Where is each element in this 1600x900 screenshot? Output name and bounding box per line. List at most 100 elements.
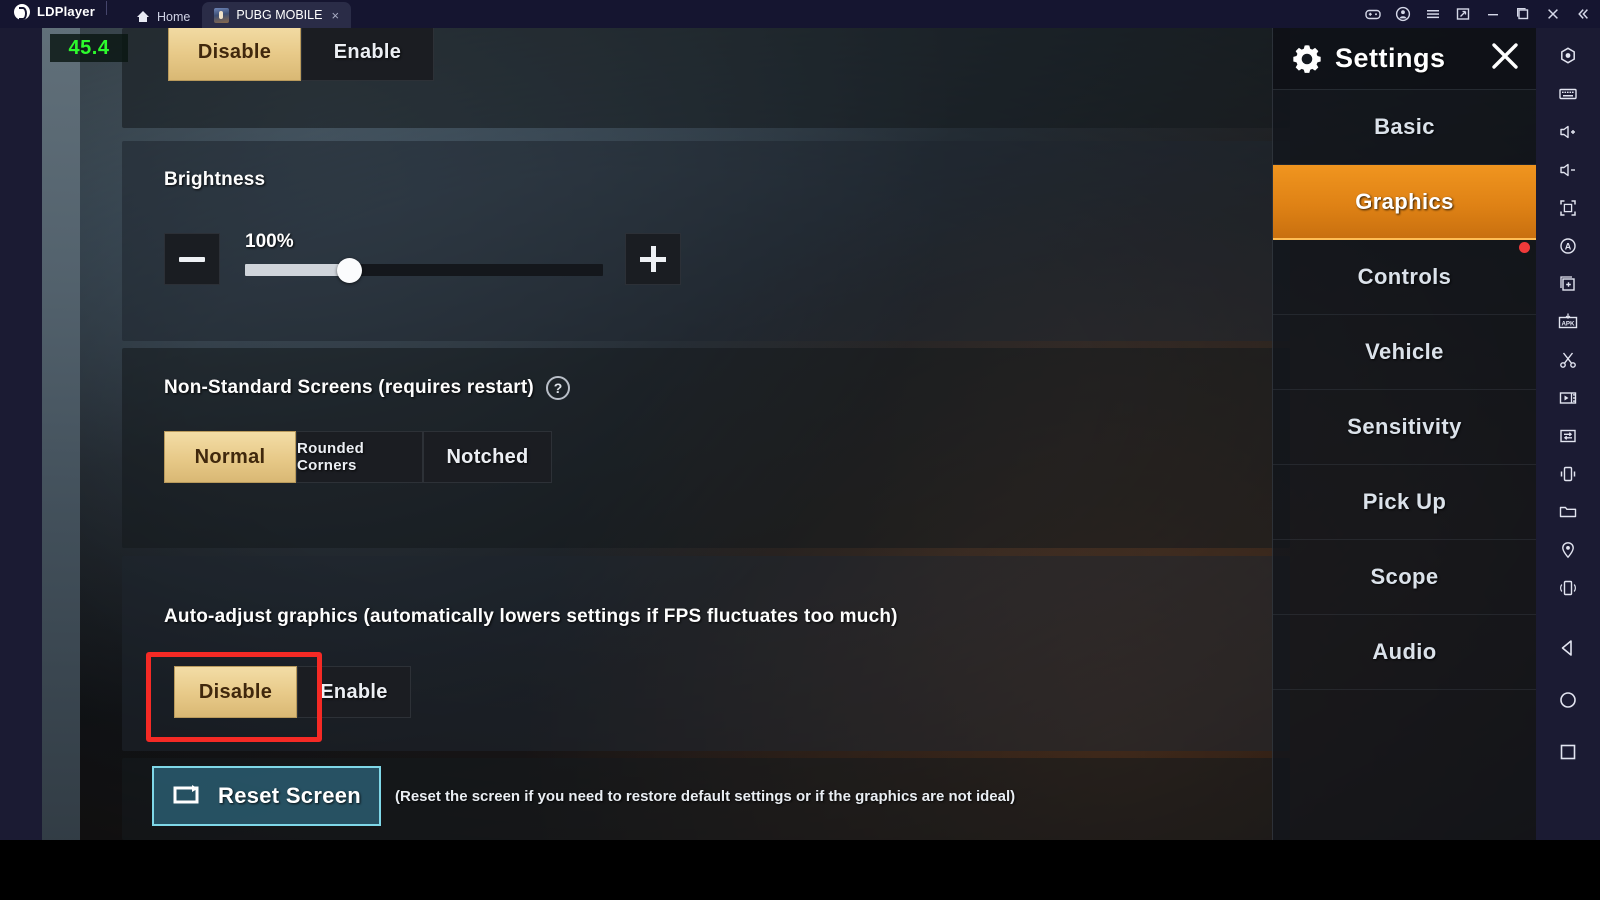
gamepad-icon[interactable]: [1358, 0, 1388, 28]
svg-text:APK: APK: [1561, 320, 1575, 327]
multi-instance-icon[interactable]: [1448, 0, 1478, 28]
option-rounded-corners[interactable]: Rounded Corners: [296, 431, 423, 483]
minus-icon: [179, 256, 205, 262]
top-toggle-disable[interactable]: Disable: [168, 28, 301, 81]
tab-close-icon[interactable]: ×: [331, 9, 339, 22]
auto-rotate-icon[interactable]: A: [1548, 228, 1588, 264]
reset-screen-button[interactable]: Reset Screen: [152, 766, 382, 826]
multi-instance-icon[interactable]: [1548, 266, 1588, 302]
slider-knob[interactable]: [337, 258, 362, 283]
nav-item-controls[interactable]: Controls: [1273, 240, 1536, 315]
nav-item-sensitivity[interactable]: Sensitivity: [1273, 390, 1536, 465]
svg-text:A: A: [1565, 242, 1572, 252]
brand-name: LDPlayer: [37, 4, 95, 19]
collapse-icon[interactable]: [1568, 0, 1598, 28]
nav-item-pick-up[interactable]: Pick Up: [1273, 465, 1536, 540]
close-icon[interactable]: [1488, 39, 1522, 78]
fullscreen-icon[interactable]: [1548, 190, 1588, 226]
divider: [105, 1, 107, 15]
nav-item-vehicle[interactable]: Vehicle: [1273, 315, 1536, 390]
settings-panel-title: Settings: [1335, 43, 1446, 73]
reset-screen-area: Reset Screen (Reset the screen if you ne…: [152, 766, 1015, 826]
video-record-icon[interactable]: [1548, 380, 1588, 416]
bottom-letterbox: [0, 840, 1600, 900]
menu-icon[interactable]: [1418, 0, 1448, 28]
auto-adjust-option-group: Disable Enable: [174, 666, 411, 718]
minimize-icon[interactable]: [1478, 0, 1508, 28]
plus-icon: [640, 246, 666, 272]
ldplayer-logo-icon: [14, 3, 30, 20]
account-icon[interactable]: [1388, 0, 1418, 28]
nav-item-audio[interactable]: Audio: [1273, 615, 1536, 690]
brightness-value: 100%: [245, 231, 294, 252]
nav-item-label: Pick Up: [1362, 489, 1447, 514]
option-normal[interactable]: Normal: [164, 431, 296, 483]
sync-operation-icon[interactable]: [1548, 418, 1588, 454]
row-non-standard-screens: Non-Standard Screens (requires restart) …: [122, 348, 1290, 548]
brightness-increase-button[interactable]: [625, 233, 681, 285]
nav-item-label: Basic: [1374, 114, 1435, 139]
row-reset-screen: Reset Screen (Reset the screen if you ne…: [122, 758, 1290, 840]
nav-item-label: Sensitivity: [1347, 414, 1462, 439]
settings-panel-header: Settings: [1273, 28, 1536, 90]
maximize-icon[interactable]: [1508, 0, 1538, 28]
tab-home[interactable]: Home: [125, 5, 202, 28]
brightness-slider[interactable]: 100%: [245, 231, 603, 285]
non-standard-label: Non-Standard Screens (requires restart): [164, 377, 534, 398]
nav-item-basic[interactable]: Basic: [1273, 90, 1536, 165]
nav-item-scope[interactable]: Scope: [1273, 540, 1536, 615]
row-brightness: Brightness 100%: [122, 141, 1290, 341]
top-toggle-enable[interactable]: Enable: [301, 28, 434, 81]
nav-item-label: Graphics: [1355, 188, 1454, 214]
settings-gear-icon[interactable]: [1548, 38, 1588, 74]
ldplayer-window: LDPlayer Home PUBG MOBILE × 45.4 Disable…: [0, 0, 1600, 900]
nav-item-label: Audio: [1372, 639, 1437, 664]
nav-item-graphics[interactable]: Graphics: [1273, 165, 1536, 240]
tab-strip: Home PUBG MOBILE ×: [125, 0, 352, 28]
help-icon[interactable]: ?: [545, 376, 570, 400]
app-thumbnail-icon: [214, 7, 230, 23]
recents-square-icon[interactable]: [1548, 734, 1588, 770]
close-icon[interactable]: [1538, 0, 1568, 28]
apk-install-icon[interactable]: APK: [1548, 304, 1588, 340]
slider-fill: [245, 264, 349, 276]
game-left-strip: [42, 28, 80, 840]
gear-icon: [1293, 44, 1321, 73]
emulator-sidebar-toolbar: A APK: [1536, 28, 1600, 840]
location-icon[interactable]: [1548, 532, 1588, 568]
graphics-settings-content: Disable Enable Brightness 100% Non-Stand…: [80, 28, 1290, 840]
row-auto-adjust: Auto-adjust graphics (automatically lowe…: [122, 556, 1290, 751]
auto-adjust-label: Auto-adjust graphics (automatically lowe…: [164, 606, 898, 627]
home-circle-icon[interactable]: [1548, 682, 1588, 718]
reset-screen-note: (Reset the screen if you need to restore…: [395, 787, 1016, 805]
tab-pubg-mobile[interactable]: PUBG MOBILE ×: [202, 2, 352, 28]
keyboard-icon[interactable]: [1548, 76, 1588, 112]
virtual-phone-icon[interactable]: [1548, 570, 1588, 606]
screenshot-scissors-icon[interactable]: [1548, 342, 1588, 378]
nav-item-label: Scope: [1370, 564, 1439, 589]
brightness-label: Brightness: [164, 169, 266, 190]
folder-icon[interactable]: [1548, 494, 1588, 530]
volume-up-icon[interactable]: [1548, 114, 1588, 150]
tab-home-label: Home: [156, 9, 191, 24]
notification-badge-icon: [1519, 242, 1530, 253]
settings-nav-list: Basic Graphics Controls Vehicle Sensitiv…: [1273, 90, 1536, 690]
row-top-toggle: Disable Enable: [122, 28, 1290, 128]
home-icon: [136, 10, 150, 23]
auto-adjust-disable[interactable]: Disable: [174, 666, 297, 718]
non-standard-option-group: Normal Rounded Corners Notched: [164, 431, 552, 483]
back-triangle-icon[interactable]: [1548, 630, 1588, 666]
fps-counter: 45.4: [50, 34, 128, 62]
auto-adjust-enable[interactable]: Enable: [297, 666, 411, 718]
nav-item-label: Vehicle: [1365, 339, 1444, 364]
brand: LDPlayer: [0, 0, 125, 28]
shake-icon[interactable]: [1548, 456, 1588, 492]
non-standard-header: Non-Standard Screens (requires restart) …: [164, 376, 570, 400]
tab-pubg-label: PUBG MOBILE: [236, 8, 323, 22]
reset-screen-icon: [173, 785, 199, 804]
volume-down-icon[interactable]: [1548, 152, 1588, 188]
option-notched[interactable]: Notched: [423, 431, 552, 483]
brightness-decrease-button[interactable]: [164, 233, 220, 285]
emulator-screen: 45.4 Disable Enable Brightness 100% Non-…: [42, 28, 1536, 840]
title-bar: LDPlayer Home PUBG MOBILE ×: [0, 0, 1600, 28]
